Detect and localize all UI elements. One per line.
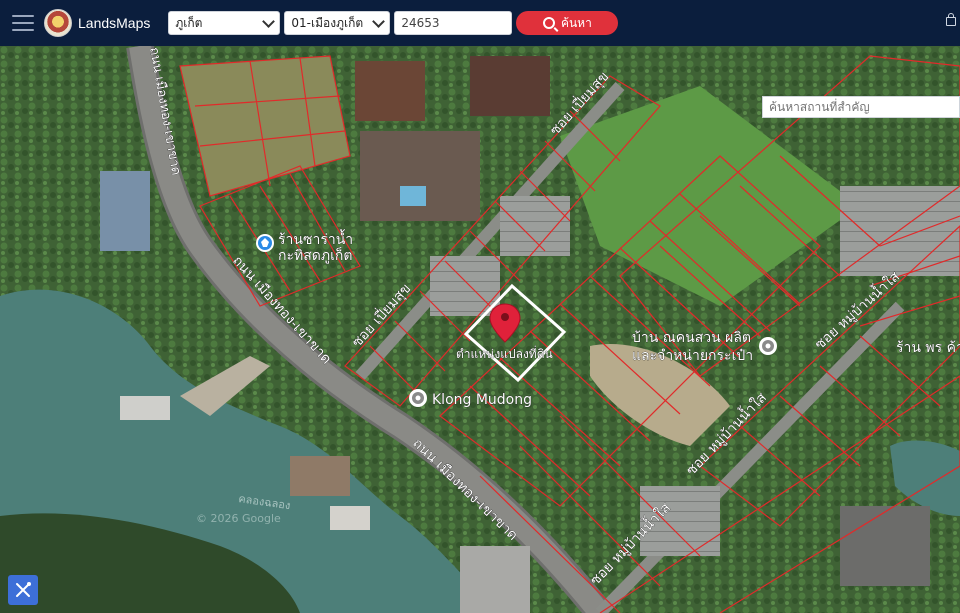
province-value: ภูเก็ต bbox=[175, 15, 203, 30]
building-roof bbox=[430, 256, 500, 316]
map-view[interactable]: ถนน เมืองทอง-เขาขาด ถนน เมืองทอง-เขาขาด … bbox=[0, 46, 960, 613]
building-roof bbox=[840, 506, 930, 586]
warehouse-roof bbox=[100, 171, 150, 251]
poi-label: และจำหน่ายกระเป๋า bbox=[632, 348, 753, 364]
house-roof bbox=[355, 61, 425, 121]
poi-label: Klong Mudong bbox=[432, 392, 532, 408]
parcel-number-input[interactable] bbox=[394, 11, 513, 35]
pool bbox=[400, 186, 426, 206]
search-button[interactable]: ค้นหา bbox=[516, 11, 619, 35]
province-select[interactable]: ภูเก็ต bbox=[168, 11, 281, 35]
search-button-label: ค้นหา bbox=[560, 15, 592, 30]
menu-icon[interactable] bbox=[12, 15, 34, 31]
boat bbox=[290, 456, 350, 496]
landsmaps-logo bbox=[44, 9, 72, 37]
villa-roof bbox=[360, 131, 480, 221]
chevron-down-icon bbox=[262, 14, 276, 28]
place-search-input[interactable] bbox=[762, 96, 960, 118]
boat bbox=[120, 396, 170, 420]
top-bar: LandsMaps ภูเก็ต 01-เมืองภูเก็ต ค้นหา bbox=[0, 0, 960, 46]
map-copyright: © 2026 Google bbox=[196, 512, 281, 525]
house-roof bbox=[470, 56, 550, 116]
poi-label: กะทิสดภูเก็ต bbox=[278, 246, 352, 264]
building-roof bbox=[500, 196, 570, 256]
district-select[interactable]: 01-เมืองภูเก็ต bbox=[284, 11, 391, 35]
poi-label: ร้านซาร่าน้ำ bbox=[278, 229, 353, 248]
poi-label: บ้าน ณคนสวน ผลิต bbox=[632, 330, 751, 346]
poi-label: ร้าน พร ค้า bbox=[896, 340, 960, 356]
shop-poi-icon[interactable] bbox=[256, 234, 274, 252]
search-icon bbox=[542, 17, 555, 29]
tools-icon bbox=[16, 582, 31, 597]
brand-name: LandsMaps bbox=[78, 15, 151, 31]
klong-mudong-poi-icon[interactable] bbox=[409, 389, 427, 407]
boat bbox=[330, 506, 370, 530]
satellite-map[interactable]: ถนน เมืองทอง-เขาขาด ถนน เมืองทอง-เขาขาด … bbox=[0, 46, 960, 613]
chevron-down-icon bbox=[372, 14, 386, 28]
building-roof bbox=[460, 546, 530, 613]
district-value: 01-เมืองภูเก็ต bbox=[291, 15, 364, 30]
poi-label: ตำแหน่งแปลงที่ดิน bbox=[456, 345, 553, 361]
house-poi-icon[interactable] bbox=[759, 337, 777, 355]
lock-icon[interactable] bbox=[946, 13, 956, 26]
map-tools-button[interactable] bbox=[8, 575, 38, 605]
